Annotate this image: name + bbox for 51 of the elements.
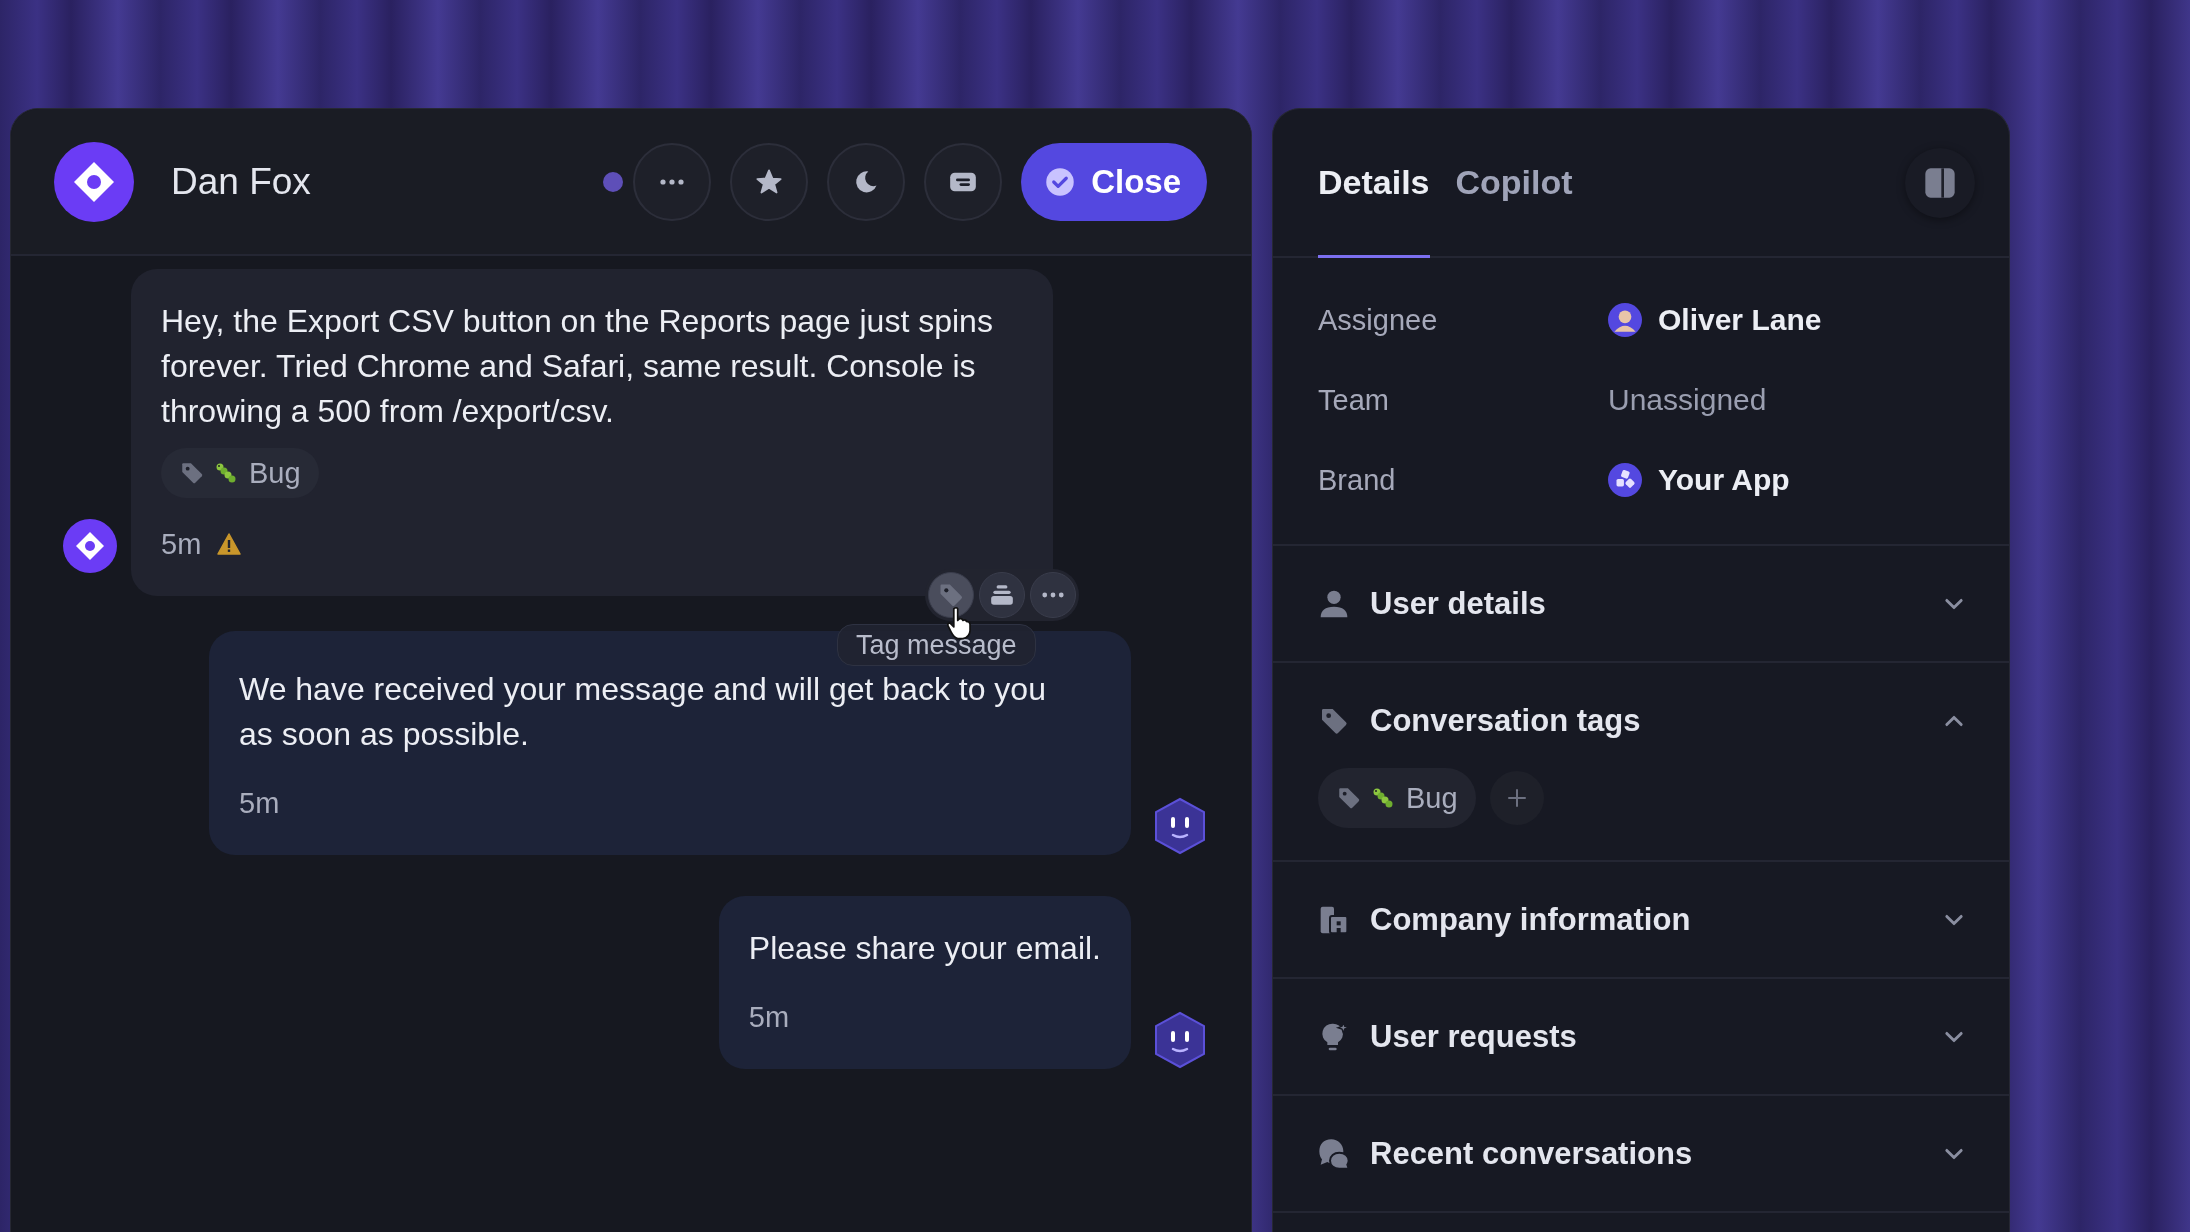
section-header[interactable]: Recent conversations (1273, 1096, 2009, 1211)
message-time: 5m (748, 1000, 790, 1034)
section-header[interactable]: User requests (1273, 979, 2009, 1094)
contact-avatar (63, 519, 117, 573)
section-title: User requests (1370, 1018, 1577, 1055)
check-circle-icon (1045, 166, 1076, 197)
more-button[interactable] (1030, 572, 1076, 618)
section-title: Recent conversations (1370, 1135, 1693, 1172)
property-value[interactable]: Your App (1658, 463, 1790, 497)
brand-icon (1608, 463, 1642, 497)
tag-chip[interactable]: Bug (1318, 768, 1476, 828)
chat-bubbles-icon (1318, 1137, 1350, 1170)
property-value[interactable]: Unassigned (1608, 383, 1767, 417)
tooltip: Tag message (837, 624, 1036, 666)
section-title: Company information (1370, 901, 1691, 938)
message-time: 5m (239, 786, 280, 820)
plus-icon (1506, 788, 1527, 808)
section-header[interactable]: User details (1273, 546, 2009, 661)
stack-icon (989, 584, 1015, 606)
contact-name: Dan Fox (171, 160, 311, 203)
star-icon (755, 167, 784, 196)
tab[interactable]: Copilot (1455, 109, 1573, 256)
tag-label: Bug (1406, 781, 1458, 815)
tag-button[interactable] (928, 572, 974, 618)
more-icon (660, 177, 685, 186)
message-text: Please share your email. (748, 929, 1101, 968)
property-value[interactable]: Oliver Lane (1658, 303, 1822, 337)
message-text: We have received your message and will get back to you as soon as possible. (239, 670, 1047, 754)
bot-avatar (1153, 797, 1207, 855)
status-dot (603, 171, 624, 192)
section-title: User details (1370, 585, 1546, 622)
close-button[interactable]: Close (1021, 142, 1207, 221)
property-label: Brand (1318, 463, 1397, 497)
sidebar-icon (1924, 166, 1956, 199)
hand-cursor-icon (946, 606, 972, 640)
tag-chip[interactable]: Bug (161, 448, 319, 498)
warning-icon (217, 533, 242, 555)
tag-icon (179, 460, 205, 486)
more-icon (1042, 591, 1064, 599)
section-title: Conversation tags (1370, 702, 1641, 739)
property-label: Team (1318, 383, 1390, 417)
message-text: Hey, the Export CSV button on the Reports page just spins forever. Tried Chrome and Safari, same result. Console is throwing a 500 from /export/csv. (161, 302, 994, 431)
user-avatar (1608, 303, 1642, 337)
section-header[interactable]: Company information (1273, 862, 2009, 977)
message-time: 5m (161, 527, 202, 561)
property-label: Assignee (1318, 303, 1439, 337)
tag-label: Bug (249, 456, 301, 490)
tag-icon (1336, 785, 1362, 811)
bot-avatar (1153, 1011, 1207, 1069)
tab[interactable]: Details (1318, 109, 1430, 256)
stack-button[interactable] (979, 572, 1025, 618)
